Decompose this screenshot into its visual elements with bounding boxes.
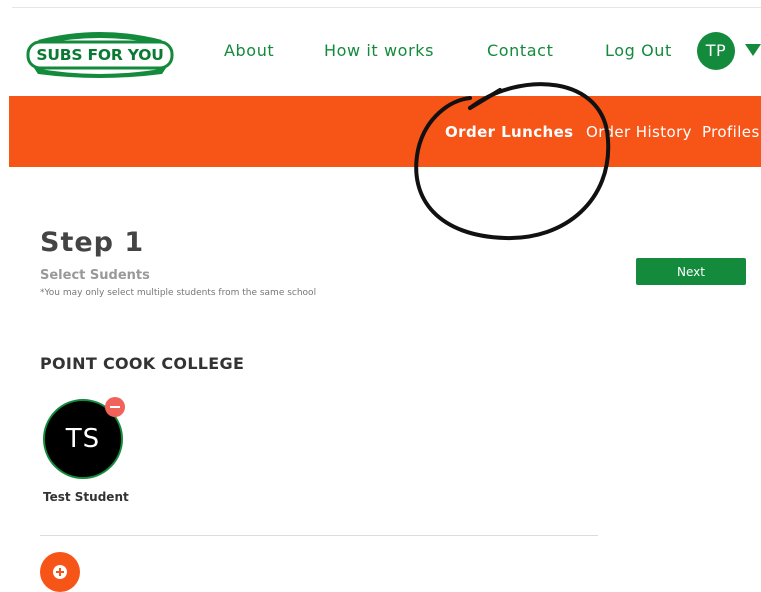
- nav-about-link[interactable]: About: [224, 41, 274, 60]
- step-title: Step 1: [40, 227, 145, 258]
- nav-logout-link[interactable]: Log Out: [605, 41, 672, 60]
- school-name: POINT COOK COLLEGE: [40, 354, 245, 373]
- nav-how-it-works-link[interactable]: How it works: [324, 41, 434, 60]
- chevron-down-icon[interactable]: [745, 44, 761, 56]
- sub-navigation-bar: Order Lunches Order History Profiles: [9, 96, 761, 167]
- tab-order-history[interactable]: Order History: [586, 123, 692, 141]
- plus-circle-icon: [53, 565, 67, 579]
- user-avatar[interactable]: TP: [697, 32, 735, 70]
- student-card[interactable]: TS Test Student: [40, 396, 130, 506]
- tab-profiles[interactable]: Profiles: [702, 123, 760, 141]
- tab-order-lunches[interactable]: Order Lunches: [445, 123, 573, 141]
- top-divider: [12, 7, 761, 8]
- next-button[interactable]: Next: [636, 258, 746, 285]
- remove-student-icon[interactable]: [105, 397, 125, 417]
- step-subtitle: Select Sudents: [40, 268, 150, 283]
- add-student-button[interactable]: [40, 552, 80, 592]
- logo[interactable]: SUBS FOR YOU: [24, 26, 176, 78]
- step-note: *You may only select multiple students f…: [40, 288, 317, 298]
- section-divider: [40, 535, 598, 536]
- logo-text: SUBS FOR YOU: [36, 46, 164, 64]
- nav-contact-link[interactable]: Contact: [487, 41, 553, 60]
- student-name: Test Student: [43, 490, 129, 504]
